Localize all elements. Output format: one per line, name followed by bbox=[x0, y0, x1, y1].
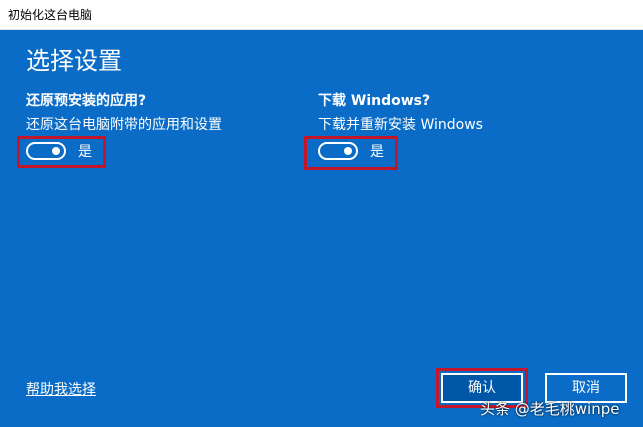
window-title: 初始化这台电脑 bbox=[8, 8, 93, 22]
settings-panel: 选择设置 还原预安装的应用? 还原这台电脑附带的应用和设置 是 下载 Windo… bbox=[0, 30, 643, 427]
watermark: 头条 @老毛桃winpe bbox=[480, 400, 620, 418]
title-bar: 初始化这台电脑 bbox=[0, 0, 643, 30]
download-windows-question: 下载 Windows? bbox=[318, 93, 431, 109]
page-title: 选择设置 bbox=[26, 47, 122, 75]
restore-apps-option: 还原预安装的应用? 还原这台电脑附带的应用和设置 bbox=[26, 92, 222, 134]
download-windows-description: 下载并重新安装 Windows bbox=[318, 117, 483, 133]
download-windows-option: 下载 Windows? 下载并重新安装 Windows bbox=[318, 92, 483, 134]
restore-apps-question: 还原预安装的应用? bbox=[26, 93, 147, 109]
restore-apps-description: 还原这台电脑附带的应用和设置 bbox=[26, 117, 222, 133]
highlight-box-left bbox=[17, 136, 106, 168]
highlight-box-right bbox=[304, 136, 398, 170]
help-me-choose-link[interactable]: 帮助我选择 bbox=[26, 379, 96, 399]
